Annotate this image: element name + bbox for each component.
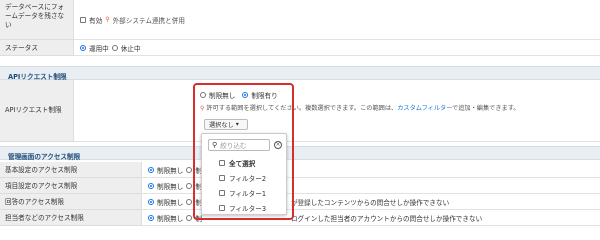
radio-unlimited[interactable] bbox=[148, 214, 154, 221]
form-row-access: 回答のアクセス制限 制限無し 制 が登録したコンテンツからの問合せしか操作できな… bbox=[0, 194, 600, 210]
radio-limited[interactable] bbox=[186, 214, 193, 221]
form-row-access: 担当者などのアクセス制限 制限無し 制 ログインした担当者のアカウントからの問合… bbox=[0, 210, 600, 226]
note-text: 外部システム連携と併用 bbox=[112, 16, 185, 25]
radio-active[interactable] bbox=[80, 44, 86, 51]
checkbox-label: 有効 bbox=[89, 16, 103, 25]
row-label: ステータス bbox=[0, 40, 74, 56]
row-label: 基本設定のアクセス制限 bbox=[0, 162, 142, 178]
radio-unlimited[interactable] bbox=[148, 166, 154, 173]
form-row-no-db: データベースにフォームデータを残さない 有効 ⚲ 外部システム連携と併用 bbox=[0, 0, 600, 40]
radio-limited[interactable] bbox=[186, 182, 193, 189]
row-label: APIリクエスト制限 bbox=[0, 80, 74, 142]
form-row-access: 項目設定のアクセス制限 制限無し 制 bbox=[0, 178, 600, 194]
enable-checkbox[interactable] bbox=[80, 16, 86, 23]
form-row-access: 基本設定のアクセス制限 制限無し 制 bbox=[0, 162, 600, 178]
radio-unlimited[interactable] bbox=[148, 198, 154, 205]
radio-label: 制限無し bbox=[157, 182, 184, 191]
radio-limited[interactable] bbox=[186, 198, 193, 205]
row-label: 項目設定のアクセス制限 bbox=[0, 178, 142, 194]
radio-unlimited[interactable] bbox=[148, 182, 154, 189]
row-label: データベースにフォームデータを残さない bbox=[0, 0, 74, 40]
row-label: 担当者などのアクセス制限 bbox=[0, 210, 142, 226]
pin-icon: ⚲ bbox=[105, 16, 110, 23]
radio-label: 休止中 bbox=[120, 44, 141, 53]
radio-label: 制限無し bbox=[157, 166, 184, 175]
custom-filter-link[interactable]: カスタムフィルター bbox=[397, 105, 452, 112]
radio-paused[interactable] bbox=[111, 44, 118, 51]
radio-label: 制限無し bbox=[157, 214, 184, 223]
row-extra-text: が登録したコンテンツからの問合せしか操作できない bbox=[290, 198, 450, 207]
section-title-api: APIリクエスト制限 bbox=[0, 66, 600, 81]
row-value: 有効 ⚲ 外部システム連携と併用 bbox=[74, 0, 600, 40]
row-extra-text: ログインした担当者のアカウントからの問合せしか操作できない bbox=[290, 214, 483, 223]
note-suffix: で追加・編集できます。 bbox=[452, 105, 520, 112]
section-title-access: 管理画面のアクセス制限 bbox=[0, 146, 600, 161]
radio-label: 制限無し bbox=[157, 198, 184, 207]
radio-label: 運用中 bbox=[89, 44, 109, 53]
radio-limited[interactable] bbox=[186, 166, 193, 173]
row-value: 運用中 休止中 bbox=[74, 40, 600, 56]
highlight-box bbox=[193, 83, 294, 220]
form-row-status: ステータス 運用中 休止中 bbox=[0, 40, 600, 56]
row-label: 回答のアクセス制限 bbox=[0, 194, 142, 210]
